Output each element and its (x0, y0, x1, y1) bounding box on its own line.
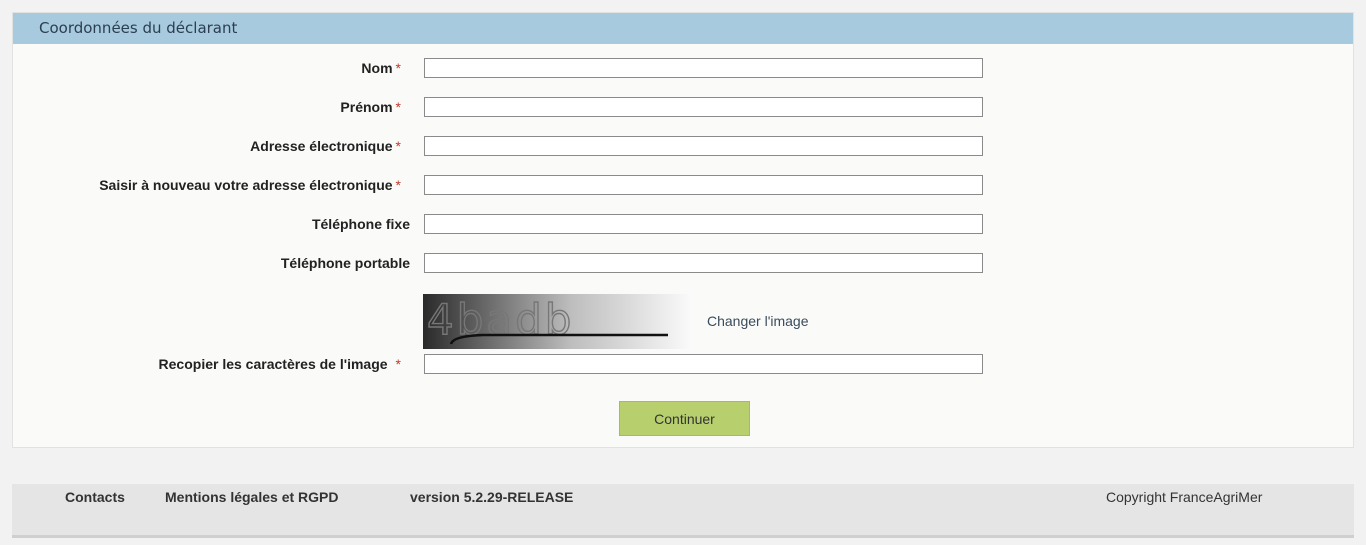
footer-contacts-link[interactable]: Contacts (65, 489, 125, 505)
field-label: Nom * (361, 60, 401, 76)
footer-copyright: Copyright FranceAgriMer (1106, 489, 1263, 505)
footer-version: version 5.2.29-RELEASE (410, 489, 574, 505)
footer: Contacts Mentions légales et RGPD versio… (12, 484, 1354, 538)
continue-button[interactable]: Continuer (619, 401, 750, 436)
field-row-captcha: Recopier les caractères de l'image * (13, 353, 1355, 375)
field-label: Adresse électronique * (250, 138, 401, 154)
captcha-image: 4badb (423, 294, 691, 349)
field-label: Recopier les caractères de l'image * (158, 356, 401, 372)
required-mark: * (395, 177, 401, 193)
prenom-input[interactable] (424, 97, 983, 117)
field-row-phone-fixe: Téléphone fixe (13, 213, 1355, 235)
required-mark: * (395, 99, 401, 115)
captcha-input[interactable] (424, 354, 983, 374)
captcha-text: 4badb (427, 295, 574, 344)
required-mark: * (395, 60, 401, 76)
phone-fixe-input[interactable] (424, 214, 983, 234)
email-input[interactable] (424, 136, 983, 156)
phone-portable-input[interactable] (424, 253, 983, 273)
change-image-link[interactable]: Changer l'image (707, 313, 809, 329)
nom-input[interactable] (424, 58, 983, 78)
field-row-nom: Nom * (13, 57, 1355, 79)
required-mark: * (395, 356, 401, 372)
required-mark: * (395, 138, 401, 154)
field-row-email: Adresse électronique * (13, 135, 1355, 157)
declarant-form-panel: Coordonnées du déclarant Nom * Prénom * Ad… (12, 12, 1354, 448)
field-row-prenom: Prénom * (13, 96, 1355, 118)
field-label: Saisir à nouveau votre adresse électroni… (99, 177, 401, 193)
email-confirm-input[interactable] (424, 175, 983, 195)
field-row-email-confirm: Saisir à nouveau votre adresse électroni… (13, 174, 1355, 196)
section-title: Coordonnées du déclarant (13, 13, 1353, 44)
field-label: Téléphone portable (280, 255, 410, 271)
field-label: Prénom * (340, 99, 401, 115)
footer-legal-link[interactable]: Mentions légales et RGPD (165, 489, 338, 505)
field-label: Téléphone fixe (311, 216, 410, 232)
field-row-phone-portable: Téléphone portable (13, 252, 1355, 274)
